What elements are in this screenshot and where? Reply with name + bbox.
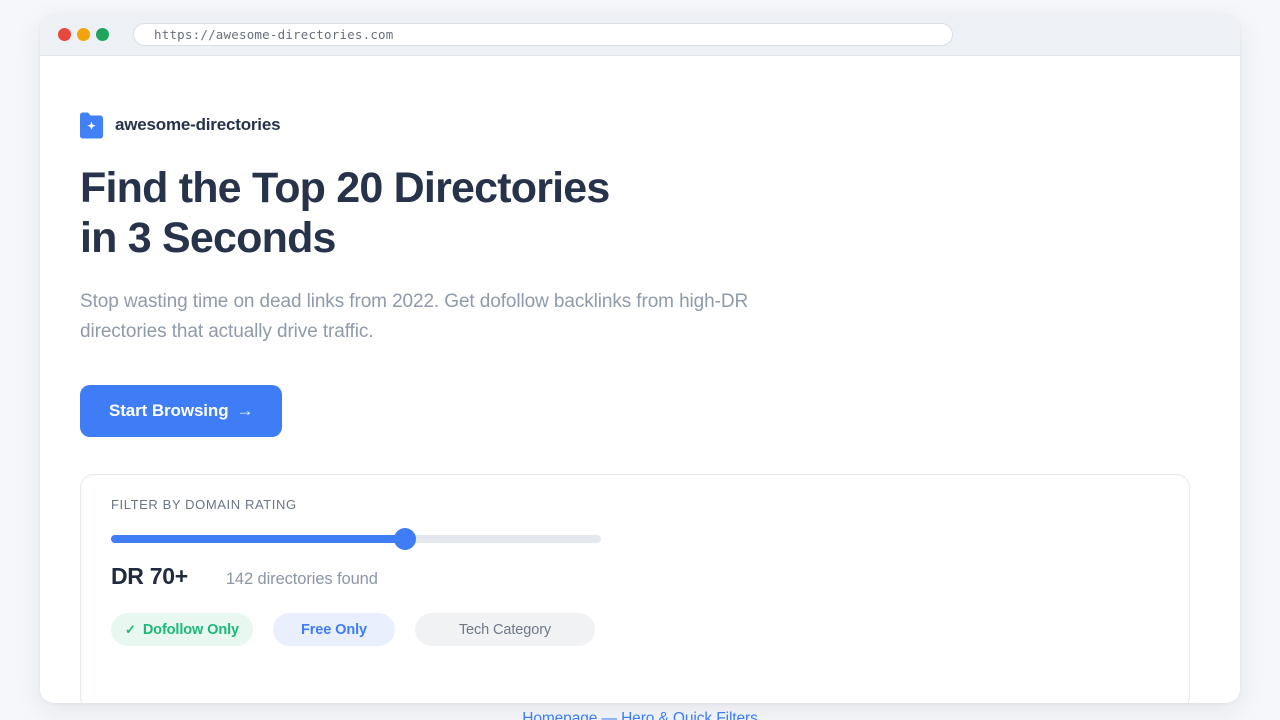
footer-caption: Homepage — Hero & Quick Filters	[0, 710, 1280, 720]
chip-tech-label: Tech Category	[459, 622, 551, 638]
chip-free-only[interactable]: Free Only	[273, 613, 395, 646]
chip-tech-category[interactable]: Tech Category	[415, 613, 595, 646]
brand: awesome-directories	[80, 111, 1200, 139]
footer-caption-link[interactable]: Homepage — Hero & Quick Filters	[522, 710, 758, 720]
slider-fill	[111, 535, 405, 543]
start-browsing-label: Start Browsing	[109, 401, 229, 421]
results-count: 142 directories found	[226, 570, 378, 589]
chip-dofollow-only[interactable]: ✓ Dofollow Only	[111, 613, 253, 646]
quick-filter-chips: ✓ Dofollow Only Free Only Tech Category	[111, 613, 1159, 646]
zoom-window-button[interactable]	[96, 28, 109, 41]
browser-chrome-bar: https://awesome-directories.com	[40, 14, 1240, 56]
traffic-lights	[58, 28, 109, 41]
page-title: Find the Top 20 Directories in 3 Seconds	[80, 163, 1200, 263]
slider-track[interactable]	[111, 535, 601, 543]
arrow-right-icon: →	[237, 401, 254, 421]
minimize-window-button[interactable]	[77, 28, 90, 41]
chip-free-label: Free Only	[301, 622, 367, 638]
dr-value: DR 70+	[111, 563, 188, 590]
check-icon: ✓	[125, 622, 136, 638]
page-content: awesome-directories Find the Top 20 Dire…	[40, 56, 1240, 703]
chip-dofollow-label: Dofollow Only	[143, 622, 239, 638]
close-window-button[interactable]	[58, 28, 71, 41]
slider-thumb[interactable]	[394, 528, 416, 550]
slider-readout-row: DR 70+ 142 directories found	[111, 563, 1159, 590]
brand-name: awesome-directories	[115, 115, 280, 135]
browser-window: https://awesome-directories.com awesome-…	[40, 14, 1240, 703]
domain-rating-slider[interactable]	[111, 528, 601, 550]
folder-sparkle-icon	[80, 111, 103, 139]
filter-card-label: FILTER BY DOMAIN RATING	[111, 497, 1159, 512]
hero-subtitle: Stop wasting time on dead links from 202…	[80, 287, 825, 347]
start-browsing-button[interactable]: Start Browsing →	[80, 385, 282, 437]
page-title-line1: Find the Top 20 Directories	[80, 164, 610, 212]
filter-card: FILTER BY DOMAIN RATING DR 70+ 142 direc…	[80, 474, 1190, 703]
url-text: https://awesome-directories.com	[154, 27, 394, 42]
page-title-line2: in 3 Seconds	[80, 214, 336, 262]
url-bar[interactable]: https://awesome-directories.com	[133, 23, 953, 46]
